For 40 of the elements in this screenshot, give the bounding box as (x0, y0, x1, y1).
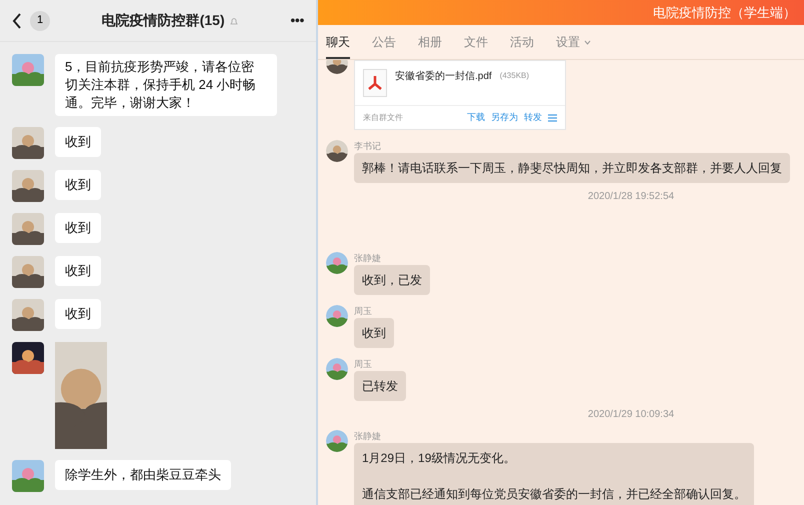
timestamp: 2020/1/29 10:09:34 (588, 408, 674, 422)
sender-name: 张静婕 (354, 252, 381, 264)
tab[interactable]: 相册 (418, 33, 442, 59)
back-icon (12, 12, 22, 28)
file-action-link[interactable]: 下载 (467, 110, 485, 124)
message-bubble: 收到 (55, 127, 101, 157)
menu-icon[interactable] (548, 114, 557, 122)
file-action-link[interactable]: 另存为 (491, 110, 518, 124)
sender-name: 张静婕 (354, 430, 381, 442)
chat-title: 电院疫情防控群(15) (102, 11, 225, 30)
file-source: 来自群文件 (363, 112, 404, 124)
message-bubble: 收到 (55, 213, 101, 243)
file-name: 安徽省委的一封信.pdf (395, 70, 492, 84)
tab[interactable]: 文件 (464, 33, 488, 59)
window-title: 电院疫情防控（学生端） (653, 4, 796, 22)
message-text: 已转发 (362, 378, 398, 394)
message-text: 通信支部已经通知到每位党员安徽省委的一封信，并已经全部确认回复。 (362, 486, 746, 502)
sender-name: 周玉 (354, 305, 372, 317)
message-bubble: 除学生外，都由柴豆豆牵头 (55, 460, 231, 490)
unread-badge: 1 (30, 10, 50, 30)
message-text: 收到，已发 (362, 272, 422, 288)
back-button[interactable]: 1 (12, 10, 50, 30)
message-bubble: 收到 (55, 299, 101, 329)
sender-name: 周玉 (354, 358, 372, 370)
tab[interactable]: 活动 (510, 33, 534, 59)
sender-name: 李书记 (354, 140, 381, 152)
file-size: (435KB) (500, 70, 530, 82)
message-text: 收到 (362, 325, 386, 341)
message-text: 1月29日，19级情况无变化。 (362, 450, 516, 466)
message-bubble: 5，目前抗疫形势严竣，请各位密切关注本群，保持手机 24 小时畅通。完毕，谢谢大家！ (55, 54, 277, 116)
message-bubble: 收到 (55, 256, 101, 286)
timestamp: 2020/1/28 19:52:54 (588, 190, 674, 204)
message-text: 郭棒！请电话联系一下周玉，静斐尽快周知，并立即发各支部群，并要人人回复 (362, 160, 782, 176)
mute-icon (228, 16, 239, 26)
message-bubble: 收到 (55, 170, 101, 200)
tab[interactable]: 设置 (556, 33, 591, 59)
file-action-link[interactable]: 转发 (524, 110, 542, 124)
pdf-icon (363, 69, 387, 97)
more-button[interactable]: ••• (290, 10, 304, 31)
tab[interactable]: 公告 (372, 33, 396, 59)
